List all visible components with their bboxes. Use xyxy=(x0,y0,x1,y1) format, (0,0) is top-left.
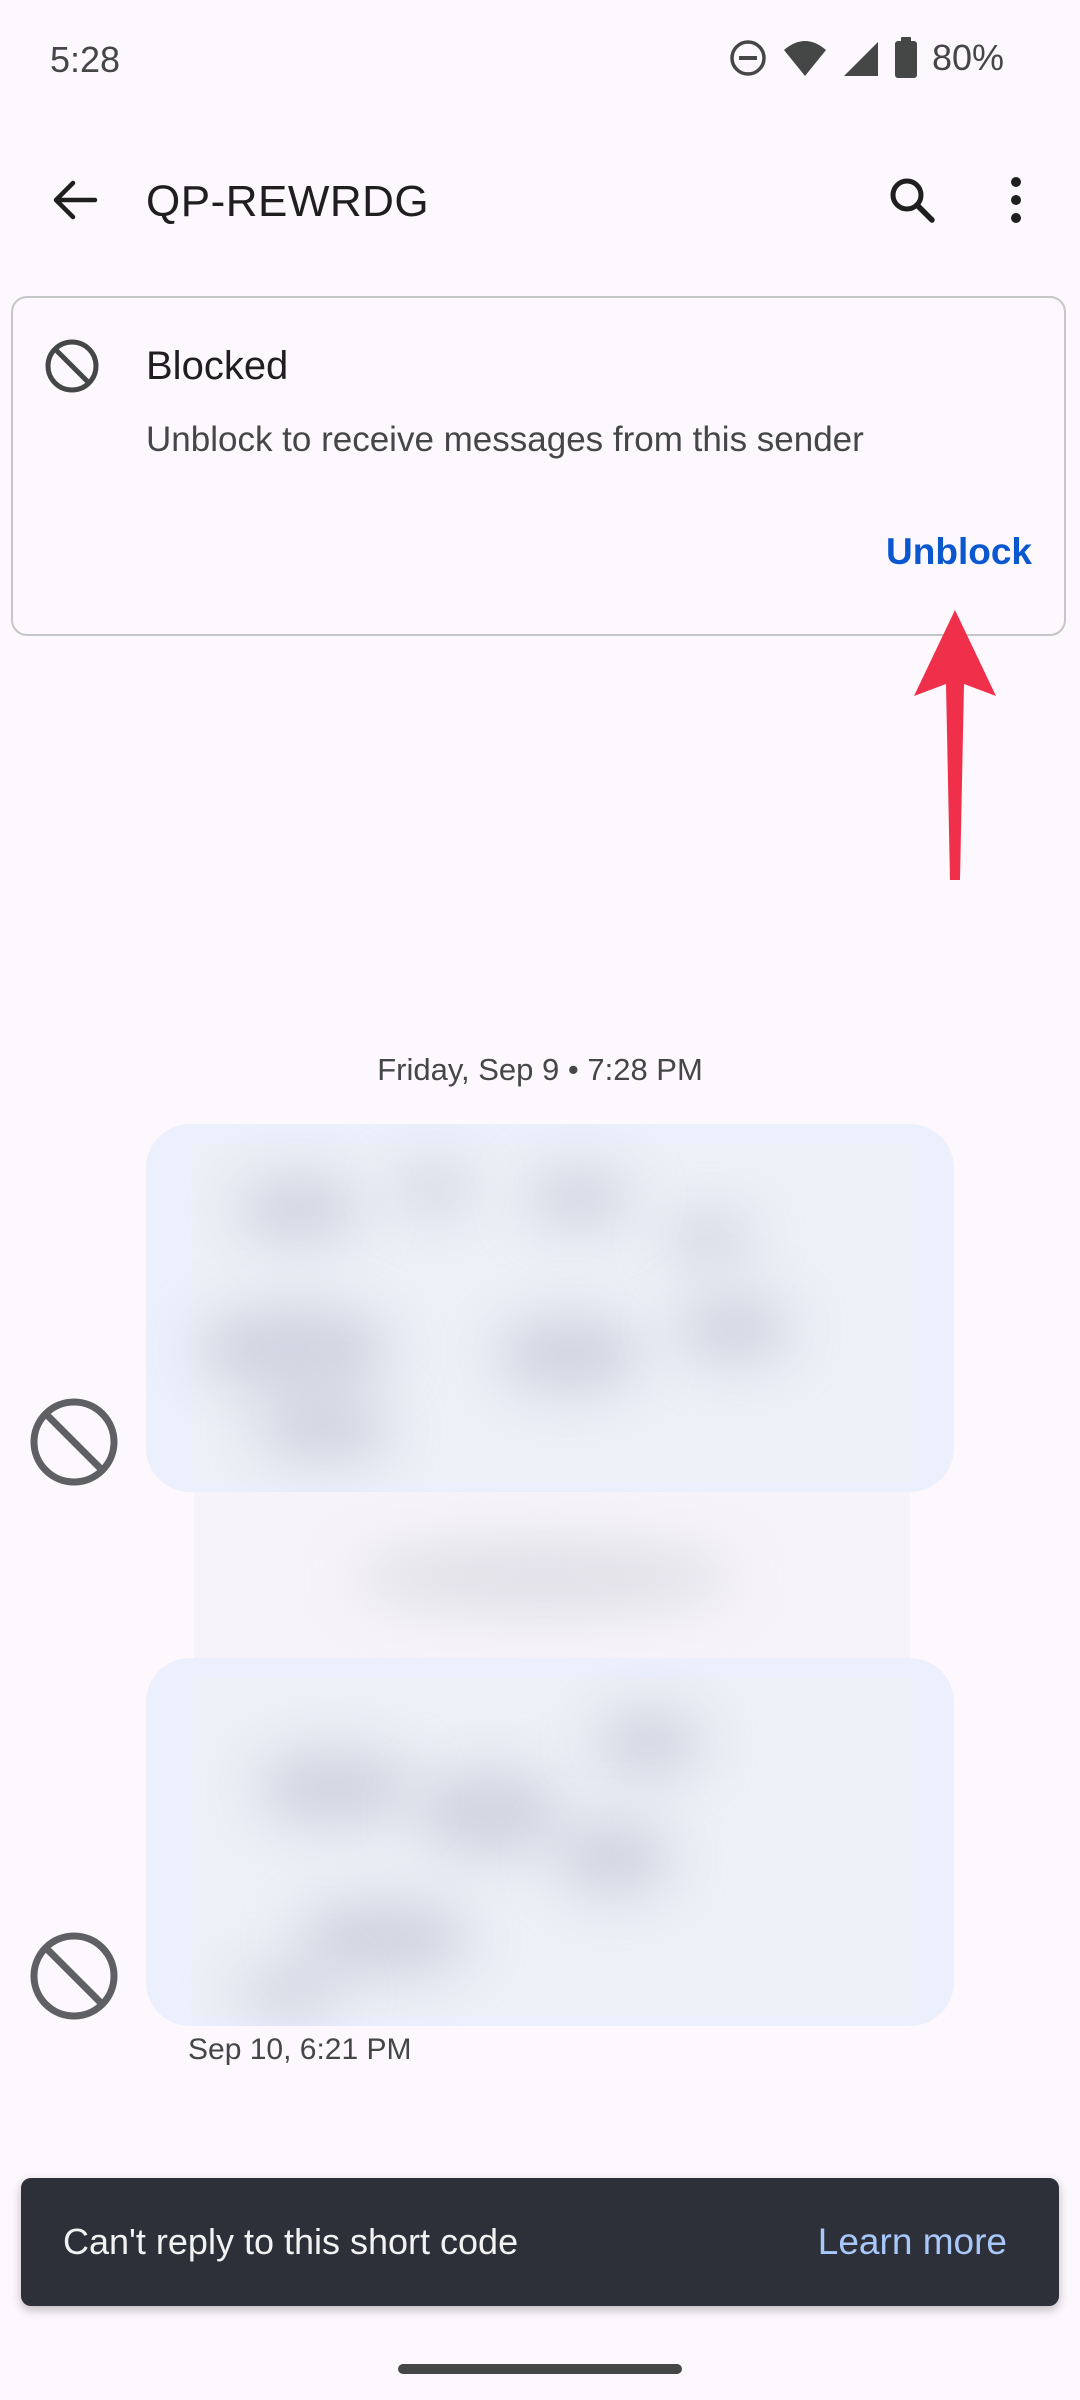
do-not-disturb-icon xyxy=(728,38,768,78)
search-icon xyxy=(887,175,937,230)
message-timestamp: Sep 10, 6:21 PM xyxy=(188,2033,412,2066)
back-button[interactable] xyxy=(40,168,108,236)
conversation-title: QP-REWRDG xyxy=(146,177,430,226)
gesture-nav-handle[interactable] xyxy=(398,2364,682,2374)
back-arrow-icon xyxy=(49,175,99,230)
blurred-message-content xyxy=(194,1144,914,1482)
message-bubble[interactable] xyxy=(146,1658,954,2026)
block-icon xyxy=(28,1930,120,2022)
block-icon xyxy=(28,1396,120,1488)
unblock-button[interactable]: Unblock xyxy=(886,528,1032,576)
wifi-icon xyxy=(782,38,828,78)
more-options-button[interactable] xyxy=(986,164,1046,240)
status-time: 5:28 xyxy=(50,39,121,80)
blocked-description: Unblock to receive messages from this se… xyxy=(146,420,864,459)
blurred-message-content xyxy=(194,1678,914,2018)
message-bubble[interactable] xyxy=(146,1124,954,1492)
status-icons: 80% xyxy=(728,36,1004,80)
blurred-separator xyxy=(194,1492,910,1658)
snackbar-message: Can't reply to this short code xyxy=(63,2221,519,2262)
date-separator: Friday, Sep 9 • 7:28 PM xyxy=(377,1052,703,1087)
snackbar: Can't reply to this short code Learn mor… xyxy=(21,2178,1059,2306)
blocked-title: Blocked xyxy=(146,344,289,388)
more-vert-icon xyxy=(1009,176,1023,229)
annotation-arrow-icon xyxy=(900,606,1010,886)
block-icon xyxy=(44,338,100,394)
cell-signal-icon xyxy=(842,38,880,78)
search-button[interactable] xyxy=(874,164,950,240)
battery-icon xyxy=(894,37,918,79)
learn-more-button[interactable]: Learn more xyxy=(818,2218,1007,2266)
battery-percent: 80% xyxy=(931,37,1004,78)
